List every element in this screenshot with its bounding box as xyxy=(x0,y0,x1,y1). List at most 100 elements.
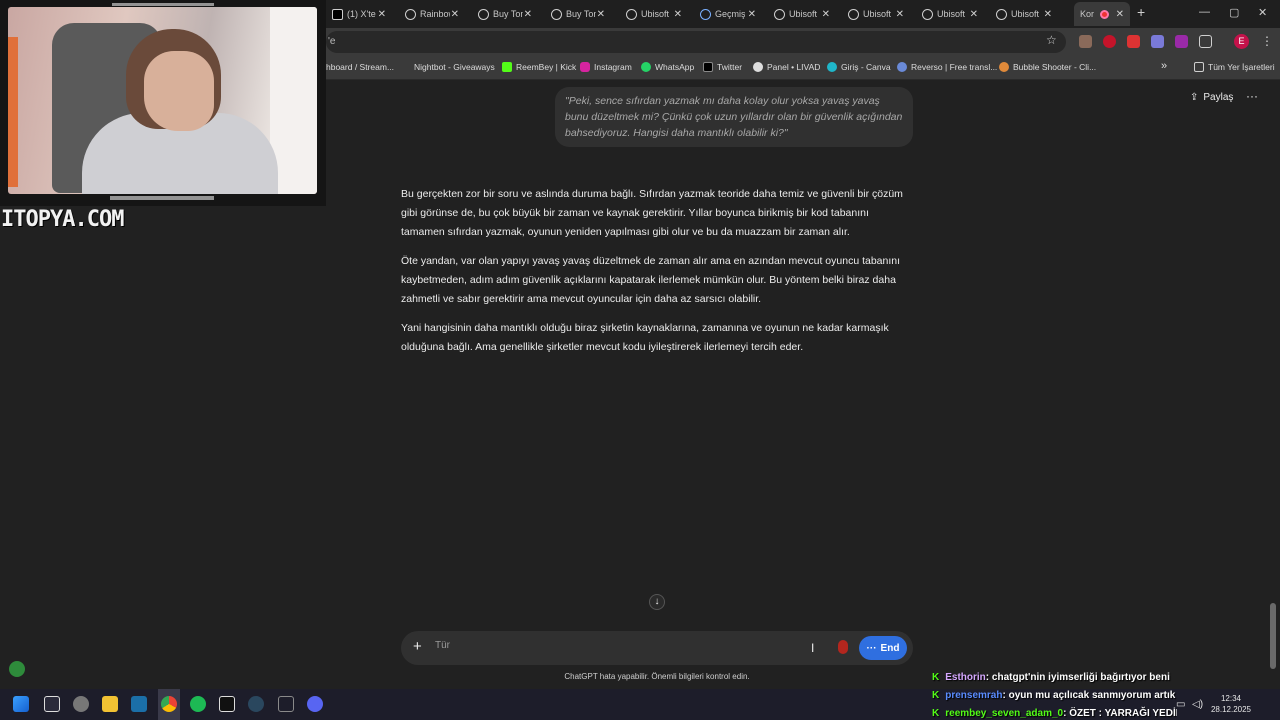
tab-close-icon[interactable]: ✕ xyxy=(896,9,904,20)
tab-close-icon[interactable]: ✕ xyxy=(674,9,682,20)
folder-icon xyxy=(1194,62,1204,72)
tab-title: Ubisoft xyxy=(789,9,818,19)
bookmark-kick[interactable]: ReemBey | Kick xyxy=(502,62,576,72)
volume-icon[interactable]: ◁) xyxy=(1192,699,1203,710)
tab-ubisoft-2[interactable]: Ubisoft ✕ xyxy=(768,2,836,26)
tab-title: Buy Tom xyxy=(566,9,596,19)
network-icon[interactable]: ▭ xyxy=(1176,699,1185,710)
status-badge xyxy=(9,661,25,677)
tab-title: Kor xyxy=(1080,9,1095,19)
tab-title: Rainbow xyxy=(420,9,450,19)
tab-close-icon[interactable]: ✕ xyxy=(822,9,830,20)
new-tab-button[interactable]: + xyxy=(1137,4,1145,20)
attach-plus-button[interactable]: + xyxy=(413,638,422,655)
windows-start-icon[interactable] xyxy=(13,696,29,712)
tab-close-icon[interactable]: ✕ xyxy=(451,9,459,20)
tab-title: Geçmiş xyxy=(715,9,745,19)
response-paragraph: Bu gerçekten zor bir soru ve aslında dur… xyxy=(401,188,903,238)
discord-icon[interactable] xyxy=(307,696,323,712)
bookmark-label: WhatsApp xyxy=(655,62,695,72)
steam-icon[interactable] xyxy=(248,696,264,712)
tab-ubisoft-5[interactable]: Ubisoft ✕ xyxy=(990,2,1058,26)
webcam-overlay xyxy=(0,0,326,206)
maximize-button[interactable]: ▢ xyxy=(1229,6,1239,19)
bookmark-whatsapp[interactable]: WhatsApp xyxy=(641,62,694,72)
canva-icon xyxy=(827,62,837,72)
bookmarks-overflow-icon[interactable]: » xyxy=(1161,60,1167,72)
tab-close-icon[interactable]: ✕ xyxy=(597,9,605,20)
bookmark-nightbot[interactable]: Nightbot - Giveaways xyxy=(414,62,495,72)
scroll-down-button[interactable]: ↓ xyxy=(649,594,665,610)
wattpad-icon[interactable] xyxy=(219,696,235,712)
mic-muted-icon[interactable] xyxy=(838,640,848,654)
page-scrollbar[interactable] xyxy=(1270,603,1276,669)
chat-username: prensemrah xyxy=(945,689,1003,701)
tab-close-icon[interactable]: ✕ xyxy=(1116,9,1124,20)
whatsapp-icon xyxy=(641,62,651,72)
bookmark-canva[interactable]: Giriş - Canva xyxy=(827,62,891,72)
bookmark-star-icon[interactable]: ☆ xyxy=(1046,33,1057,47)
bookmark-label: Panel • LIVAD xyxy=(767,62,821,72)
conversation-menu-icon[interactable]: ··· xyxy=(1246,89,1258,103)
file-explorer-icon[interactable] xyxy=(102,696,118,712)
telegram-icon[interactable] xyxy=(131,696,147,712)
task-view-icon[interactable] xyxy=(44,696,60,712)
tab-x[interactable]: (1) X'te ✕ xyxy=(326,2,392,26)
bookmark-livad[interactable]: Panel • LIVAD xyxy=(753,62,820,72)
close-window-button[interactable]: ✕ xyxy=(1258,6,1267,19)
spotify-icon[interactable] xyxy=(190,696,206,712)
twitch-extension-icon[interactable] xyxy=(1175,35,1188,48)
tab-active-chatgpt[interactable]: Kor ✕ xyxy=(1074,2,1130,26)
share-button[interactable]: ⇪ Paylaş xyxy=(1190,92,1233,103)
xbox-icon[interactable] xyxy=(278,696,294,712)
bubble-shooter-icon xyxy=(999,62,1009,72)
pen-extension-icon[interactable] xyxy=(1151,35,1164,48)
tab-ubisoft-1[interactable]: Ubisoft ✕ xyxy=(620,2,688,26)
tab-buy-tom-2[interactable]: Buy Tom✕ xyxy=(545,2,611,26)
x-icon xyxy=(703,62,713,72)
minimize-button[interactable]: — xyxy=(1199,6,1210,18)
share-icon: ⇪ xyxy=(1190,92,1199,103)
settings-gear-icon[interactable] xyxy=(73,696,89,712)
tab-title: Ubisoft xyxy=(863,9,892,19)
address-bar[interactable]: 'e xyxy=(326,31,1066,53)
sponsor-logo: ITOPYA.COM xyxy=(1,207,124,232)
bookmark-label: Reverso | Free transl... xyxy=(911,62,998,72)
message-input[interactable] xyxy=(435,640,795,651)
ubisoft-icon xyxy=(551,8,562,20)
tab-close-icon[interactable]: ✕ xyxy=(524,9,532,20)
tab-buy-tom-1[interactable]: Buy Tom✕ xyxy=(472,2,538,26)
all-bookmarks-folder[interactable]: Tüm Yer İşaretleri xyxy=(1194,62,1275,72)
chat-text: : ÖZET : YARRAĞI YEDİK xyxy=(1063,707,1177,719)
system-clock[interactable]: 12:34 28.12.2025 xyxy=(1209,693,1253,715)
tab-close-icon[interactable]: ✕ xyxy=(378,9,386,20)
abp-extension-icon[interactable] xyxy=(1127,35,1140,48)
end-voice-button[interactable]: ··· End xyxy=(859,636,907,660)
bookmark-twitter[interactable]: Twitter xyxy=(703,62,742,72)
bookmark-bubble-shooter[interactable]: Bubble Shooter - Cli... xyxy=(999,62,1096,72)
browser-menu-icon[interactable]: ⋮ xyxy=(1261,34,1273,48)
puzzle-extensions-icon[interactable] xyxy=(1199,35,1212,48)
bookmark-instagram[interactable]: Instagram xyxy=(580,62,632,72)
chrome-icon[interactable] xyxy=(161,696,177,712)
extension-icon[interactable] xyxy=(1079,35,1092,48)
screen: { "tabs": [ {"title": "(1) X'te", "close… xyxy=(0,0,1280,720)
voice-dots-icon: ··· xyxy=(866,642,877,654)
tab-close-icon[interactable]: ✕ xyxy=(970,9,978,20)
tab-ubisoft-3[interactable]: Ubisoft ✕ xyxy=(842,2,910,26)
bookmark-reverso[interactable]: Reverso | Free transl... xyxy=(897,62,997,72)
ubisoft-icon xyxy=(848,8,859,20)
chat-text: : chatgpt'nin iyimserliği bağırtıyor ben… xyxy=(985,671,1170,683)
tab-close-icon[interactable]: ✕ xyxy=(748,9,756,20)
bookmark-dashboard[interactable]: hboard / Stream... xyxy=(326,62,394,72)
tab-history[interactable]: Geçmiş ✕ xyxy=(694,2,762,26)
ubisoft-icon xyxy=(922,8,933,20)
user-message-bubble: "Peki, sence sıfırdan yazmak mı daha kol… xyxy=(555,87,913,147)
tab-ubisoft-4[interactable]: Ubisoft ✕ xyxy=(916,2,984,26)
kick-icon: K xyxy=(932,671,940,683)
tab-rainbow[interactable]: Rainbow✕ xyxy=(399,2,465,26)
tab-title: Ubisoft xyxy=(937,9,966,19)
tab-close-icon[interactable]: ✕ xyxy=(1044,9,1052,20)
adblock-extension-icon[interactable] xyxy=(1103,35,1116,48)
profile-avatar[interactable]: E xyxy=(1234,34,1249,49)
